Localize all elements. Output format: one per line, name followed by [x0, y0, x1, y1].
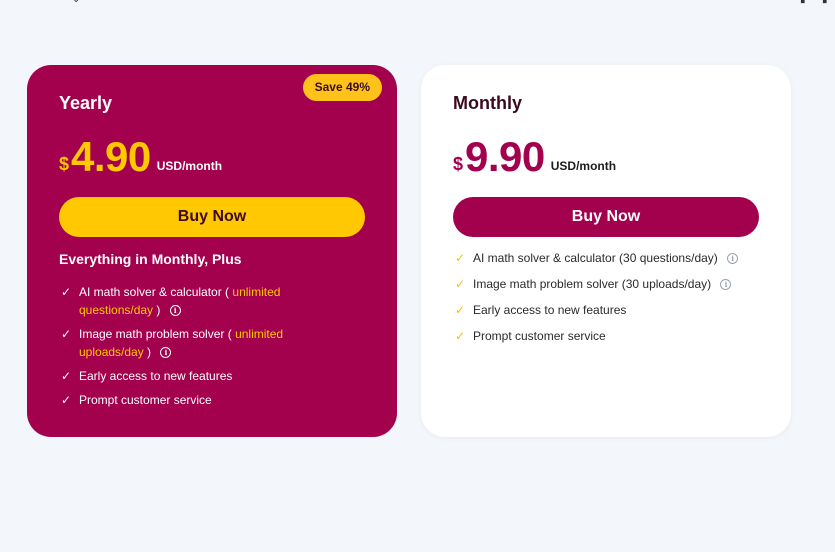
feature-item: ✓ Prompt customer service — [61, 391, 351, 409]
check-icon: ✓ — [455, 277, 466, 291]
check-icon: ✓ — [61, 393, 72, 407]
feature-text-end: ) — [153, 303, 161, 317]
price: $ 4.90 USD/month — [59, 135, 222, 179]
price-unit: USD/month — [550, 159, 617, 173]
monthly-plan-card: Monthly $ 9.90 USD/month Buy Now ✓ AI ma… — [421, 65, 791, 437]
plan-title: Yearly — [59, 93, 113, 113]
feature-item: ✓ Image math problem solver ( unlimited … — [61, 325, 351, 361]
feature-text: Prompt customer service — [473, 329, 606, 343]
save-badge: Save 49% — [302, 74, 382, 101]
feature-list: ✓ AI math solver & calculator (30 questi… — [455, 249, 775, 353]
feature-item: ✓ Prompt customer service — [455, 327, 775, 345]
chevron-icon: ⌄ — [72, 0, 80, 5]
feature-text: AI math solver & calculator (30 question… — [473, 251, 718, 265]
feature-text: Early access to new features — [79, 369, 233, 383]
buy-now-button[interactable]: Buy Now — [59, 197, 365, 237]
currency-symbol: $ — [59, 154, 70, 174]
check-icon: ✓ — [455, 329, 466, 343]
yearly-plan-card: Yearly Save 49% $ 4.90 USD/month Buy Now… — [27, 65, 397, 437]
feature-item: ✓ Image math problem solver (30 uploads/… — [455, 275, 775, 293]
buy-now-button[interactable]: Buy Now — [453, 197, 759, 237]
price-amount: 9.90 — [465, 133, 545, 180]
info-icon[interactable]: i — [169, 305, 181, 317]
feature-text: AI math solver & calculator ( — [79, 285, 233, 299]
plan-title: Monthly — [453, 93, 522, 113]
feature-text: Early access to new features — [473, 303, 627, 317]
check-icon: ✓ — [61, 369, 72, 383]
price-amount: 4.90 — [71, 133, 151, 180]
feature-item: ✓ AI math solver & calculator (30 questi… — [455, 249, 775, 267]
currency-symbol: $ — [453, 154, 464, 174]
feature-item: ✓ Early access to new features — [455, 301, 775, 319]
features-heading: Everything in Monthly, Plus — [59, 251, 242, 267]
check-icon: ✓ — [455, 251, 466, 265]
check-icon: ✓ — [455, 303, 466, 317]
check-icon: ✓ — [61, 327, 72, 341]
feature-item: ✓ Early access to new features — [61, 367, 351, 385]
check-icon: ✓ — [61, 285, 72, 299]
feature-list: ✓ AI math solver & calculator ( unlimite… — [61, 283, 351, 415]
info-icon[interactable]: i — [160, 347, 172, 359]
price: $ 9.90 USD/month — [453, 135, 616, 179]
feature-text: Image math problem solver (30 uploads/da… — [473, 277, 712, 291]
tablet-icon: ▮ — [800, 0, 806, 5]
info-icon[interactable]: i — [720, 279, 732, 291]
feature-item: ✓ AI math solver & calculator ( unlimite… — [61, 283, 351, 319]
feature-text-end: ) — [143, 345, 152, 359]
tablet-icon: ▮ — [822, 0, 828, 5]
feature-text: Image math problem solver ( — [79, 327, 236, 341]
feature-text: Prompt customer service — [79, 393, 212, 407]
price-unit: USD/month — [156, 159, 223, 173]
info-icon[interactable]: i — [727, 253, 739, 265]
